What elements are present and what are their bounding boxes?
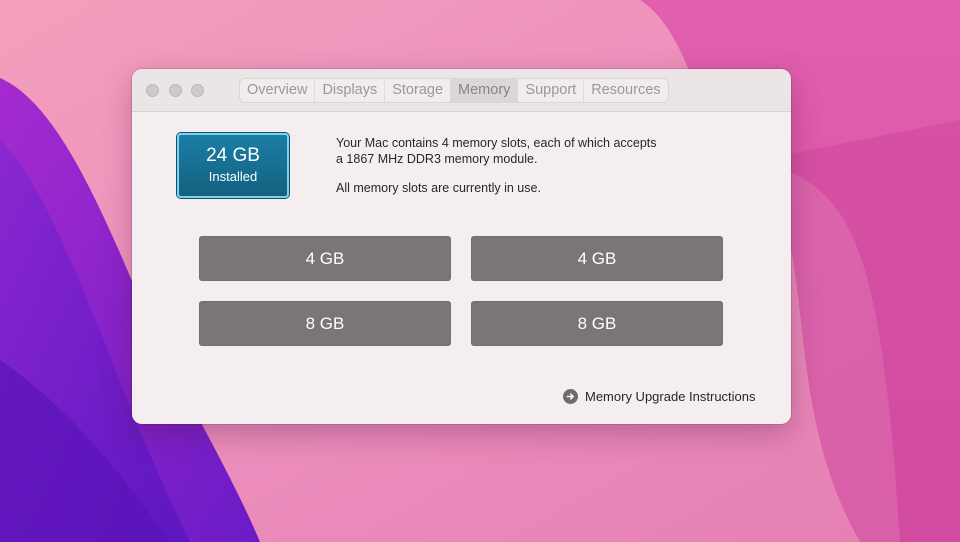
- tab-displays[interactable]: Displays: [315, 79, 386, 102]
- memory-slot-info: Your Mac contains 4 memory slots, each o…: [336, 135, 736, 167]
- title-bar: Overview Displays Storage Memory Support…: [132, 69, 791, 112]
- memory-slot-2: 4 GB: [471, 236, 723, 281]
- zoom-icon[interactable]: [191, 84, 204, 97]
- memory-slot-4: 8 GB: [471, 301, 723, 346]
- about-this-mac-window: Overview Displays Storage Memory Support…: [132, 69, 791, 424]
- close-icon[interactable]: [146, 84, 159, 97]
- memory-slot-info-line1: Your Mac contains 4 memory slots, each o…: [336, 136, 657, 150]
- memory-upgrade-instructions-link[interactable]: Memory Upgrade Instructions: [563, 387, 756, 405]
- minimize-icon[interactable]: [169, 84, 182, 97]
- memory-upgrade-instructions-label: Memory Upgrade Instructions: [585, 388, 756, 404]
- tab-storage[interactable]: Storage: [385, 79, 452, 102]
- memory-description: Your Mac contains 4 memory slots, each o…: [336, 135, 736, 196]
- tab-resources[interactable]: Resources: [584, 79, 667, 102]
- tab-memory[interactable]: Memory: [451, 79, 519, 102]
- desktop: Overview Displays Storage Memory Support…: [0, 0, 960, 542]
- arrow-right-circle-icon: [563, 388, 578, 404]
- tab-overview[interactable]: Overview: [240, 79, 316, 102]
- installed-memory-label: Installed: [208, 169, 258, 184]
- memory-slot-status: All memory slots are currently in use.: [336, 181, 541, 195]
- memory-slot-3: 8 GB: [199, 301, 451, 346]
- installed-memory-badge: 24 GB Installed: [177, 133, 289, 198]
- memory-slot-info-line2: a 1867 MHz DDR3 memory module.: [336, 152, 538, 166]
- tab-support[interactable]: Support: [518, 79, 585, 102]
- memory-slot-1: 4 GB: [199, 236, 451, 281]
- tab-bar: Overview Displays Storage Memory Support…: [239, 78, 669, 103]
- installed-memory-amount: 24 GB: [206, 145, 260, 166]
